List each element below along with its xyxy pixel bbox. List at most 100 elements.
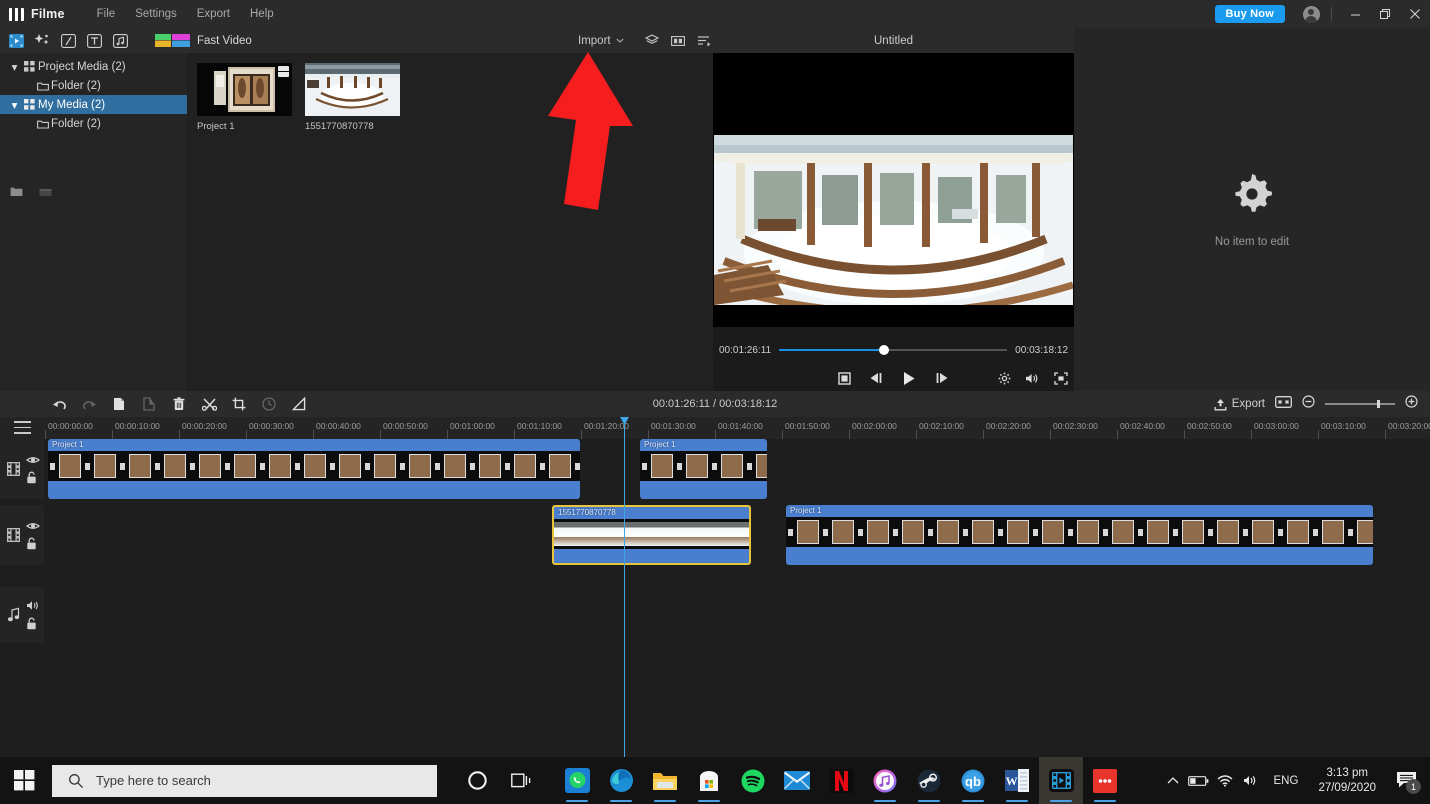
volume-icon[interactable]	[1025, 372, 1040, 385]
volume-icon[interactable]	[1238, 757, 1264, 804]
track-lane-video-1[interactable]: Project 1 Project 1	[44, 439, 1430, 499]
scrubber-fill	[779, 349, 884, 351]
redo-icon[interactable]	[74, 391, 104, 417]
text-icon[interactable]	[81, 28, 107, 53]
fast-video-button[interactable]: Fast Video	[155, 34, 252, 47]
sidebar-item-my-media[interactable]: ▾ My Media (2)	[0, 95, 187, 114]
media-item-1551770870778[interactable]: 1551770870778	[305, 63, 400, 132]
red-app-icon[interactable]	[1083, 757, 1127, 804]
media-icon[interactable]	[3, 28, 29, 53]
color-edit-icon[interactable]	[284, 391, 314, 417]
track-lane-video-2[interactable]: 1551770870778 Project 1	[44, 505, 1430, 565]
playhead[interactable]	[620, 417, 629, 640]
microsoft-edge-icon[interactable]	[599, 757, 643, 804]
lock-icon[interactable]	[26, 617, 37, 635]
mail-icon[interactable]	[775, 757, 819, 804]
scrubber-handle[interactable]	[879, 345, 889, 355]
zoom-slider-handle[interactable]	[1377, 400, 1380, 408]
maximize-restore-button[interactable]	[1370, 0, 1400, 28]
expand-caret-icon[interactable]: ▾	[8, 60, 21, 74]
layers-icon[interactable]	[639, 28, 665, 53]
settings-gear-icon[interactable]	[998, 372, 1011, 385]
windows-start-icon[interactable]	[0, 757, 48, 804]
wifi-icon[interactable]	[1212, 757, 1238, 804]
timeline-clip[interactable]: Project 1	[640, 439, 767, 499]
filme-app-icon[interactable]	[1039, 757, 1083, 804]
qbittorrent-icon[interactable]: qb	[951, 757, 995, 804]
whatsapp-icon[interactable]	[555, 757, 599, 804]
zoom-out-icon[interactable]	[1302, 395, 1315, 413]
video-stage[interactable]	[713, 53, 1074, 327]
timeline-menu-icon[interactable]	[14, 421, 31, 434]
filmstrip-perf	[1068, 528, 1073, 536]
running-indicator	[1006, 799, 1028, 802]
menu-file[interactable]: File	[87, 4, 126, 24]
cortana-circle-icon[interactable]	[455, 757, 499, 804]
copy-icon[interactable]	[104, 391, 134, 417]
next-frame-button[interactable]	[934, 372, 949, 384]
minimize-button[interactable]	[1340, 0, 1370, 28]
timeline-ruler[interactable]: 00:00:00:00 00:00:10:00 00:00:20:00 00:00:3…	[0, 417, 1430, 439]
sidebar-item-folder-2[interactable]: Folder (2)	[0, 114, 187, 133]
itunes-icon[interactable]	[863, 757, 907, 804]
undo-icon[interactable]	[44, 391, 74, 417]
sidebar-item-project-media[interactable]: ▾ Project Media (2)	[0, 57, 187, 76]
sidebar-item-label: Project Media (2)	[38, 60, 126, 73]
timeline-clip[interactable]: Project 1	[786, 505, 1373, 565]
file-explorer-icon[interactable]	[643, 757, 687, 804]
split-scissors-icon[interactable]	[194, 391, 224, 417]
filmstrip-perf	[858, 528, 863, 536]
language-indicator[interactable]: ENG	[1264, 775, 1309, 787]
effects-icon[interactable]	[29, 28, 55, 53]
netflix-icon[interactable]	[819, 757, 863, 804]
filmstrip-frame	[1252, 520, 1274, 544]
timeline-clip[interactable]: 1551770870778	[552, 505, 751, 565]
crop-icon[interactable]	[224, 391, 254, 417]
previous-frame-button[interactable]	[869, 372, 884, 384]
import-button[interactable]: Import	[578, 28, 624, 53]
clock[interactable]: 3:13 pm 27/09/2020	[1308, 766, 1386, 796]
play-button[interactable]	[902, 371, 916, 386]
delete-icon[interactable]	[164, 391, 194, 417]
zoom-in-icon[interactable]	[1405, 395, 1418, 413]
filmstrip-frame	[304, 454, 326, 478]
search-input[interactable]: Type here to search	[52, 764, 437, 797]
audio-icon[interactable]	[107, 28, 133, 53]
user-account-button[interactable]	[1297, 0, 1325, 28]
eye-icon[interactable]	[25, 518, 41, 536]
add-folder-icon[interactable]	[39, 184, 52, 202]
close-button[interactable]	[1400, 0, 1430, 28]
task-view-icon[interactable]	[499, 757, 543, 804]
speaker-icon[interactable]	[26, 598, 40, 616]
expand-caret-icon[interactable]: ▾	[8, 98, 21, 112]
lock-icon[interactable]	[26, 537, 37, 555]
scrubber[interactable]	[779, 344, 1008, 356]
add-media-icon[interactable]	[10, 184, 23, 202]
speed-icon[interactable]	[254, 391, 284, 417]
buy-now-button[interactable]: Buy Now	[1214, 5, 1285, 23]
battery-icon[interactable]	[1186, 757, 1212, 804]
menu-help[interactable]: Help	[240, 4, 284, 24]
timeline-clip[interactable]: Project 1	[48, 439, 580, 499]
transition-icon[interactable]	[55, 28, 81, 53]
show-hidden-icons-chevron[interactable]	[1160, 757, 1186, 804]
track-lane-audio-1[interactable]	[44, 587, 1430, 643]
steam-icon[interactable]	[907, 757, 951, 804]
stop-button[interactable]	[838, 371, 851, 385]
menu-settings[interactable]: Settings	[125, 4, 187, 24]
microsoft-word-icon[interactable]: W	[995, 757, 1039, 804]
export-button[interactable]: Export	[1214, 398, 1265, 411]
lock-icon[interactable]	[26, 471, 37, 489]
sidebar-item-folder-1[interactable]: Folder (2)	[0, 76, 187, 95]
marker-icon[interactable]	[1275, 395, 1292, 413]
eye-icon[interactable]	[25, 452, 41, 470]
grid-view-icon[interactable]	[665, 28, 691, 53]
spotify-icon[interactable]	[731, 757, 775, 804]
media-item-project-1[interactable]: Project 1	[197, 63, 292, 132]
fullscreen-icon[interactable]	[1054, 371, 1068, 385]
paste-icon[interactable]	[134, 391, 164, 417]
menu-export[interactable]: Export	[187, 4, 240, 24]
timeline-zoom-slider[interactable]	[1325, 398, 1395, 410]
microsoft-store-icon[interactable]	[687, 757, 731, 804]
notification-center-button[interactable]: 1	[1386, 757, 1426, 804]
